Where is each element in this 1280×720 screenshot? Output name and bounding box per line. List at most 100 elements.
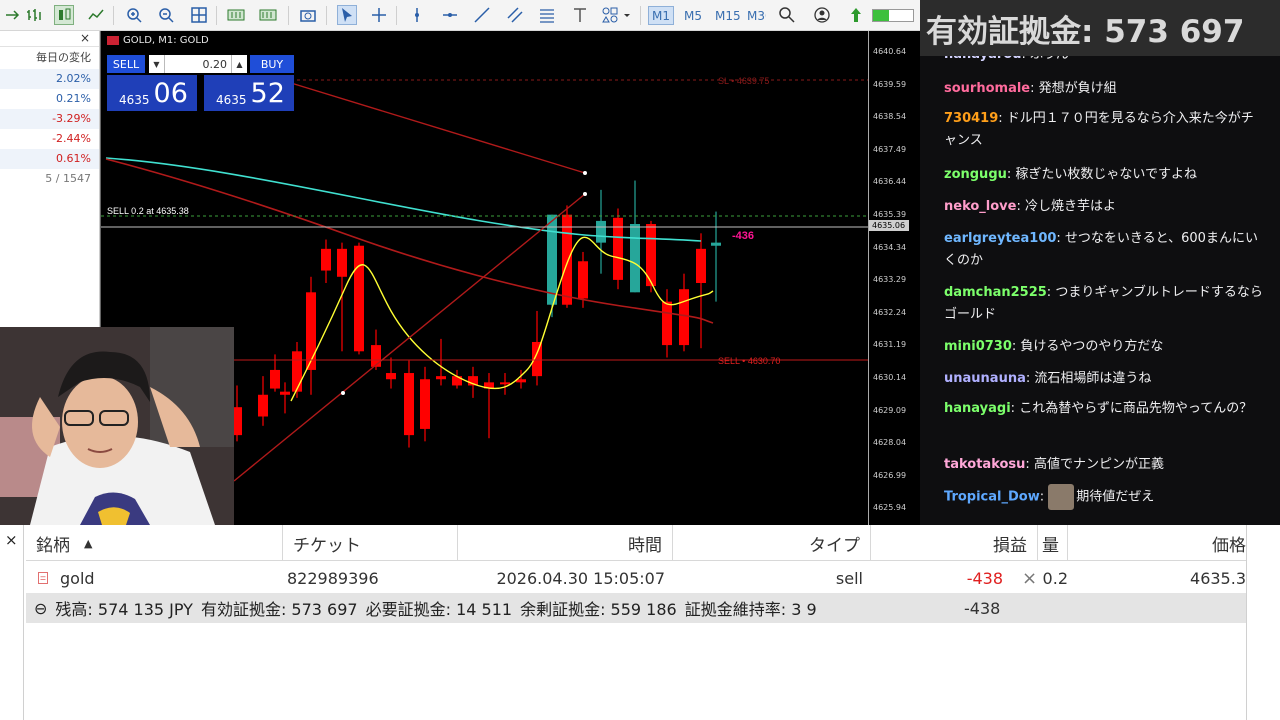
lot-down-icon[interactable]: ▼ [149, 55, 165, 73]
trendline [290, 82, 586, 174]
price-tick: 4637.49 [873, 144, 907, 154]
chat-username[interactable]: hanayagi [944, 401, 1011, 416]
trendline-icon[interactable] [472, 5, 492, 25]
chat-username[interactable]: earlgreytea100 [944, 231, 1056, 246]
timeframe-m15[interactable]: M15 [712, 6, 744, 25]
sell-button[interactable]: SELL [107, 55, 145, 73]
market-watch-row[interactable]: -3.29% [0, 109, 99, 129]
market-watch-row[interactable]: 0.61% [0, 149, 99, 169]
candle-body [386, 373, 396, 380]
chat-username[interactable]: unaunauna [944, 371, 1026, 386]
cursor-icon[interactable] [337, 5, 357, 25]
price-tick: 4625.94 [873, 503, 907, 513]
daily-change-header[interactable]: 毎日の変化 [0, 47, 99, 69]
close-position-icon[interactable]: × [1016, 563, 1037, 593]
trade-type: sell [835, 568, 863, 588]
streamer-video [0, 327, 234, 525]
candle-body [292, 351, 302, 392]
lot-value[interactable]: 0.20 [165, 58, 231, 71]
dropdown-arrow-icon[interactable] [622, 5, 632, 25]
chat-message: earlgreytea100: せつなをいきると、600まんにいくのか [944, 228, 1264, 272]
trade-ticket: 822989396 [287, 568, 379, 588]
chat-username[interactable]: mini0730 [944, 339, 1012, 354]
chat-username[interactable]: hanayarou [944, 56, 1022, 62]
account-icon[interactable] [812, 5, 832, 25]
lot-input[interactable]: ▼ 0.20 ▲ [149, 55, 247, 73]
symbol-count: 5 / 1547 [45, 172, 91, 185]
search-icon[interactable] [777, 5, 797, 25]
close-icon[interactable]: × [80, 31, 90, 45]
terminal-header: 銘柄 ▲ チケット 時間 タイプ 損益 量 価格 [26, 525, 1246, 561]
screenshot-icon[interactable] [298, 5, 318, 25]
candle-body [630, 224, 640, 293]
market-watch-row[interactable]: 0.21% [0, 89, 99, 109]
chat-username[interactable]: sourhomale [944, 81, 1030, 96]
close-icon[interactable]: × [5, 531, 18, 549]
chat-text: ふうん [1030, 56, 1069, 62]
toolbar: M1 M5 M15 M30 [0, 0, 920, 31]
chat-username[interactable]: 730419 [944, 111, 998, 126]
col-profit[interactable]: 損益 [871, 525, 1038, 561]
buy-quote[interactable]: 4635 52 [204, 75, 294, 111]
webcam-overlay [0, 327, 234, 525]
market-watch-row[interactable]: -2.44% [0, 129, 99, 149]
chat-text: 期待値だぜえ [1076, 489, 1155, 505]
trade-terminal: × 銘柄 ▲ チケット 時間 タイプ 損益 量 価格 gold 82298939… [0, 525, 1280, 720]
lot-up-icon[interactable]: ▲ [231, 55, 247, 73]
fibonacci-icon[interactable] [537, 5, 557, 25]
chart-shift-icon[interactable] [258, 5, 278, 25]
chat-username[interactable]: takotakosu [944, 457, 1025, 472]
col-price[interactable]: 価格 [1068, 525, 1246, 561]
col-type[interactable]: タイプ [673, 525, 871, 561]
col-volume[interactable]: 量 [1038, 525, 1068, 561]
chat-text: 高値でナンピンが正義 [1033, 457, 1164, 472]
chat-text: 発想が負け組 [1038, 81, 1117, 96]
timeframe-m5[interactable]: M5 [681, 6, 705, 25]
chat-username[interactable]: damchan2525 [944, 285, 1047, 300]
price-tick: 4630.14 [873, 373, 907, 382]
channel-icon[interactable] [505, 5, 525, 25]
col-time[interactable]: 時間 [458, 525, 673, 561]
sort-asc-icon[interactable]: ▲ [84, 537, 92, 550]
candle-chart-icon[interactable] [54, 5, 74, 25]
chat-colon: : [1025, 457, 1034, 472]
summary-profit: -438 [964, 598, 1001, 618]
chat-text: 稼ぎたい枚数じゃないですよね [1015, 167, 1198, 182]
shapes-icon[interactable] [600, 5, 620, 25]
candle-body [306, 292, 316, 370]
crosshair-icon[interactable] [369, 5, 389, 25]
grid-icon[interactable] [189, 5, 209, 25]
chat-username[interactable]: Tropical_Dow [944, 490, 1040, 505]
price-axis[interactable]: 4640.64 4639.59 4638.54 4637.49 4636.44 4635.… [868, 31, 920, 525]
chat-message: damchan2525: つまりギャンブルトレードするならゴールド [944, 282, 1264, 326]
candle-body [337, 248, 347, 277]
collapse-icon[interactable]: ⊖ [34, 599, 47, 618]
table-row[interactable]: gold 822989396 2026.04.30 15:05:07 sell … [26, 563, 1246, 593]
zoom-in-icon[interactable] [124, 5, 144, 25]
trade-price: 4635.3 [1190, 568, 1246, 588]
arrow-icon[interactable] [2, 5, 22, 25]
col-symbol[interactable]: 銘柄 ▲ [26, 525, 283, 561]
terminal-scrollbar[interactable] [1246, 525, 1280, 720]
price-tick: 4633.29 [873, 275, 907, 285]
chat-username[interactable]: neko_love [944, 199, 1016, 214]
col-ticket[interactable]: チケット [283, 525, 458, 561]
text-icon[interactable] [570, 5, 590, 25]
sell-quote[interactable]: 4635 06 [107, 75, 197, 111]
autoscroll-icon[interactable] [226, 5, 246, 25]
line-chart-icon[interactable] [86, 5, 106, 25]
market-watch-row[interactable]: 2.02% [0, 69, 99, 89]
timeframe-m1[interactable]: M1 [648, 6, 674, 25]
chat-username[interactable]: zongugu [944, 167, 1007, 182]
timeframe-m30[interactable]: M30 [744, 6, 766, 25]
chat-message: Tropical_Dow: 期待値だぜえ [944, 484, 1264, 510]
zoom-out-icon[interactable] [156, 5, 176, 25]
candle-body [596, 220, 606, 243]
bar-chart-icon[interactable] [24, 5, 44, 25]
buy-button[interactable]: BUY [250, 55, 294, 73]
equity-banner: 有効証拠金: 573 697 [920, 0, 1280, 56]
vertical-line-icon[interactable] [407, 5, 427, 25]
horizontal-line-icon[interactable] [440, 5, 460, 25]
algo-trading-icon[interactable] [846, 5, 866, 25]
chat-message: hanayarou: ふうん [944, 56, 1264, 66]
